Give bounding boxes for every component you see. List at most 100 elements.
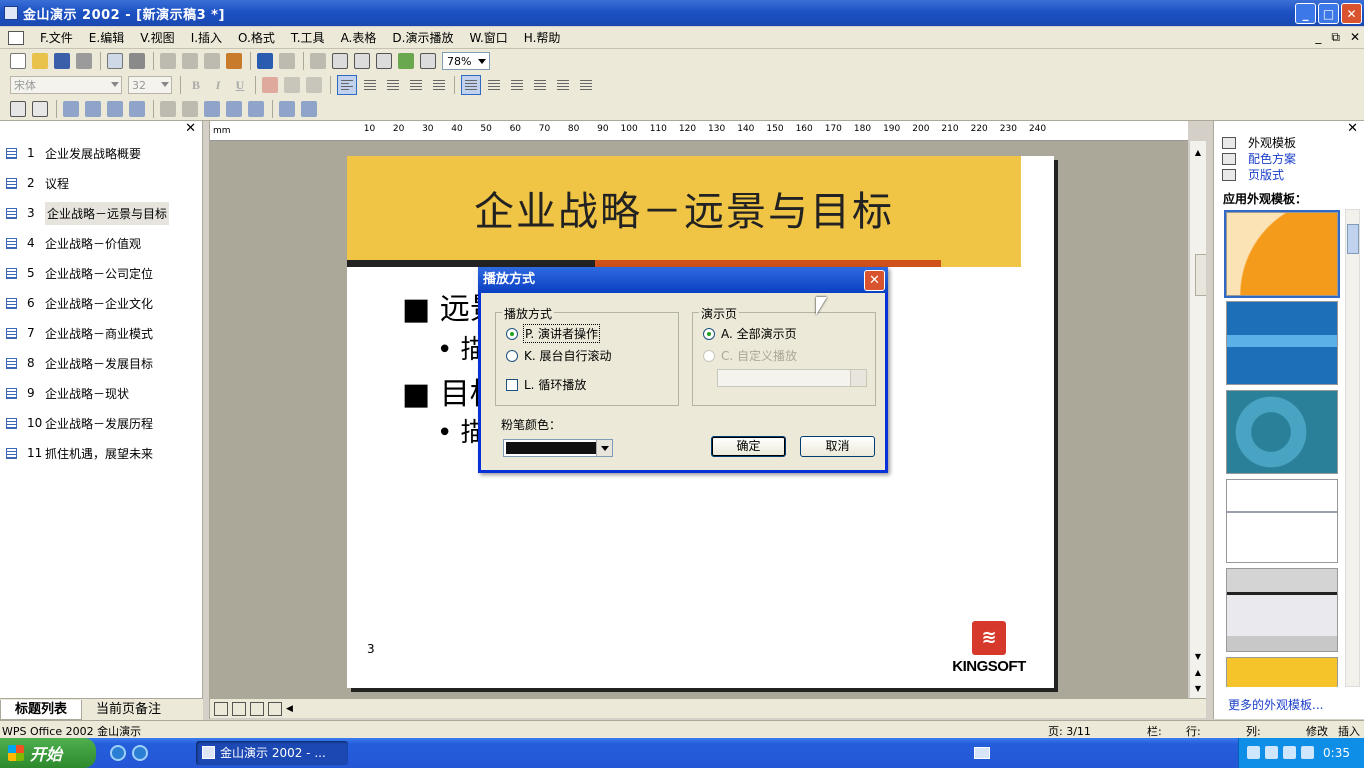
presenter-radio[interactable]: P. 演讲者操作	[506, 324, 600, 343]
slide-view-icon[interactable]	[129, 100, 145, 117]
design-template-link[interactable]: 外观模板	[1222, 134, 1296, 151]
move-up-icon[interactable]	[204, 100, 220, 117]
print-preview-icon[interactable]	[107, 53, 123, 69]
more-templates-link[interactable]: 更多的外观模板...	[1228, 696, 1323, 713]
color-scheme-link[interactable]: 配色方案	[1222, 150, 1296, 167]
menu-help[interactable]: H.帮助	[516, 29, 569, 46]
line-spacing-up-button[interactable]	[576, 75, 596, 95]
loop-checkbox[interactable]: L. 循环播放	[506, 376, 586, 393]
doc-minimize-button[interactable]: _	[1315, 30, 1321, 45]
decrease-indent-button[interactable]	[507, 75, 527, 95]
undo-icon[interactable]	[257, 53, 273, 69]
paste-icon[interactable]	[204, 53, 220, 69]
increase-indent-button[interactable]	[530, 75, 550, 95]
expand-icon[interactable]	[10, 100, 26, 117]
cancel-button[interactable]: 取消	[800, 436, 875, 457]
move-down-icon[interactable]	[226, 100, 242, 117]
font-color-icon[interactable]	[262, 77, 278, 93]
list-item[interactable]: 11 抓住机遇，展望未来	[0, 438, 200, 468]
collapse-icon[interactable]	[32, 100, 48, 117]
menu-view[interactable]: V.视图	[132, 29, 182, 46]
distribute-button[interactable]	[429, 75, 449, 95]
browser-icon[interactable]	[132, 745, 148, 761]
open-icon[interactable]	[32, 53, 48, 69]
decrease-font-icon[interactable]	[306, 77, 322, 93]
panel-splitter[interactable]	[203, 121, 210, 719]
font-size-select[interactable]: 32	[128, 76, 172, 94]
bullets-button[interactable]	[461, 75, 481, 95]
maximize-button[interactable]: □	[1318, 3, 1339, 24]
scroll-thumb[interactable]	[1347, 224, 1359, 254]
gallery-scrollbar[interactable]	[1345, 209, 1360, 687]
list-item[interactable]: 2 议程	[0, 168, 200, 198]
scroll-left-icon[interactable]: ◀	[286, 704, 293, 714]
copy-icon[interactable]	[182, 53, 198, 69]
minimize-button[interactable]: _	[1295, 3, 1316, 24]
outline-view-icon[interactable]	[232, 701, 246, 716]
network-icon[interactable]	[1247, 746, 1260, 759]
menu-slideshow[interactable]: D.演示播放	[384, 29, 461, 46]
list-item[interactable]: 8 企业战略－发展目标	[0, 348, 200, 378]
next-slide-icon[interactable]: ▼	[1192, 683, 1204, 695]
menu-format[interactable]: O.格式	[230, 29, 283, 46]
numbering-button[interactable]	[484, 75, 504, 95]
increase-font-icon[interactable]	[284, 77, 300, 93]
list-item[interactable]: 4 企业战略－价值观	[0, 228, 200, 258]
menu-file[interactable]: F.文件	[32, 29, 81, 46]
doc-close-button[interactable]: ✕	[1350, 30, 1360, 45]
tab-notes[interactable]: 当前页备注	[82, 700, 175, 720]
slide-sorter-icon[interactable]	[85, 100, 101, 117]
format-painter-icon[interactable]	[226, 53, 242, 69]
custom-show-radio[interactable]: C. 自定义播放	[703, 347, 797, 364]
menu-window[interactable]: W.窗口	[461, 29, 515, 46]
ie-icon[interactable]	[110, 745, 126, 761]
font-name-select[interactable]: 宋体	[10, 76, 122, 94]
tab-title-list[interactable]: 标题列表	[0, 700, 83, 720]
list-item[interactable]: 1 企业发展战略概要	[0, 138, 200, 168]
close-button[interactable]: ✕	[1341, 3, 1362, 24]
scroll-down-icon[interactable]: ▼	[1192, 651, 1204, 663]
vmware-icon[interactable]	[1265, 746, 1278, 759]
ok-button[interactable]: 确定	[711, 436, 786, 457]
menu-tools[interactable]: T.工具	[283, 29, 333, 46]
taskbar-item[interactable]: 金山演示 2002 - ...	[196, 741, 348, 765]
shapes-icon[interactable]	[310, 53, 326, 69]
outline-icon[interactable]	[107, 100, 123, 117]
redo-icon[interactable]	[279, 53, 295, 69]
app-icon[interactable]	[4, 6, 18, 20]
menu-insert[interactable]: I.插入	[183, 29, 230, 46]
show-settings-icon[interactable]	[301, 100, 317, 117]
slide-layout-link[interactable]: 页版式	[1222, 166, 1284, 183]
security-icon[interactable]	[1301, 746, 1314, 759]
list-item-selected[interactable]: 3 企业战略－远景与目标	[0, 198, 200, 228]
volume-icon[interactable]	[1283, 746, 1296, 759]
align-center-button[interactable]	[360, 75, 380, 95]
line-spacing-down-button[interactable]	[553, 75, 573, 95]
kiosk-radio[interactable]: K. 展台自行滚动	[506, 347, 612, 364]
document-icon[interactable]	[8, 30, 24, 45]
close-icon[interactable]: ✕	[1347, 121, 1358, 136]
cut-icon[interactable]	[160, 53, 176, 69]
insert-chart-icon[interactable]	[420, 53, 436, 69]
insert-picture-icon[interactable]	[398, 53, 414, 69]
slide-title[interactable]: 企业战略－远景与目标	[474, 179, 894, 237]
template-thumbnail[interactable]	[1226, 390, 1338, 474]
menu-edit[interactable]: E.编辑	[81, 29, 132, 46]
start-button[interactable]: 开始	[0, 738, 96, 768]
save-icon[interactable]	[54, 53, 70, 69]
keyboard-icon[interactable]	[974, 747, 990, 759]
doc-restore-button[interactable]: ⧉	[1331, 30, 1340, 45]
list-item[interactable]: 10 企业战略－发展历程	[0, 408, 200, 438]
all-slides-radio[interactable]: A. 全部演示页	[703, 325, 797, 342]
align-left-button[interactable]	[337, 75, 357, 95]
promote-icon[interactable]	[160, 100, 176, 117]
underline-button[interactable]: U	[231, 76, 249, 94]
list-item[interactable]: 7 企业战略－商业模式	[0, 318, 200, 348]
new-icon[interactable]	[10, 53, 26, 69]
justify-button[interactable]	[406, 75, 426, 95]
insert-table-icon[interactable]	[376, 53, 392, 69]
template-thumbnail[interactable]	[1226, 301, 1338, 385]
pen-color-select[interactable]	[503, 439, 613, 457]
summary-slide-icon[interactable]	[63, 100, 79, 117]
zoom-select[interactable]: 78%	[442, 52, 490, 70]
